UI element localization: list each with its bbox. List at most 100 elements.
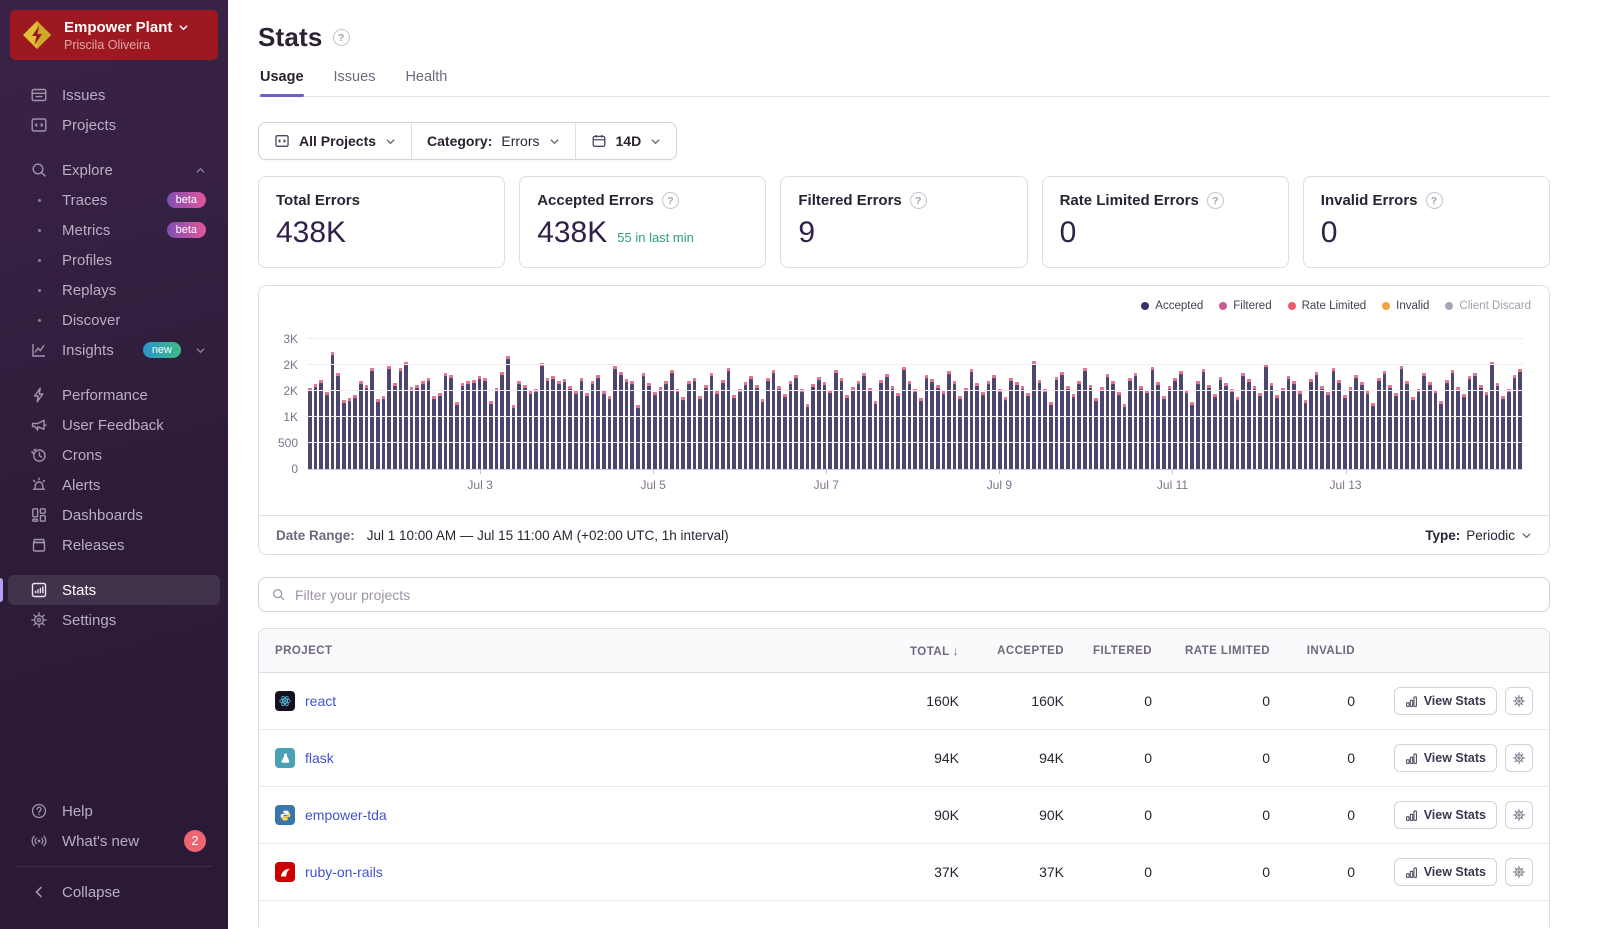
project-settings-button[interactable] xyxy=(1505,744,1533,772)
sidebar-item-settings[interactable]: Settings xyxy=(8,605,220,635)
sidebar-item-profiles[interactable]: Profiles xyxy=(8,245,220,275)
sidebar-item-projects[interactable]: Projects xyxy=(8,110,220,140)
col-accepted[interactable]: ACCEPTED xyxy=(959,645,1064,657)
sidebar-collapse-button[interactable]: Collapse xyxy=(8,877,220,907)
legend-item-accepted[interactable]: Accepted xyxy=(1141,300,1203,312)
chart-bar xyxy=(879,380,883,469)
y-axis-label: 2K xyxy=(283,358,298,372)
chart-bar xyxy=(1021,386,1025,469)
usage-chart-panel: Accepted Filtered Rate Limited Invalid Clien… xyxy=(258,285,1550,555)
chart-bar xyxy=(761,399,765,469)
project-search-input[interactable] xyxy=(295,587,1537,603)
sidebar-item-stats[interactable]: Stats xyxy=(8,575,220,605)
sidebar-item-discover[interactable]: Discover xyxy=(8,305,220,335)
chart-bar xyxy=(721,380,725,469)
col-project[interactable]: PROJECT xyxy=(275,645,859,657)
org-switcher[interactable]: Empower Plant Priscila Oliveira xyxy=(10,10,218,60)
sidebar-item-dashboards[interactable]: Dashboards xyxy=(8,500,220,530)
sidebar-item-traces[interactable]: Traces beta xyxy=(8,185,220,215)
chevron-down-icon xyxy=(178,22,189,33)
type-dropdown[interactable]: Type: Periodic xyxy=(1425,528,1532,543)
chart-bar xyxy=(653,392,657,469)
sidebar-item-releases[interactable]: Releases xyxy=(8,530,220,560)
page-help-icon[interactable]: ? xyxy=(333,29,350,46)
chart-bar xyxy=(483,378,487,469)
help-icon[interactable]: ? xyxy=(1426,192,1443,209)
project-settings-button[interactable] xyxy=(1505,858,1533,886)
chart-bar xyxy=(1513,375,1517,469)
chart-bar xyxy=(1060,372,1064,469)
chart-bar xyxy=(1332,368,1336,469)
chart-bar xyxy=(1383,371,1387,469)
chart-bar xyxy=(1236,397,1240,469)
tab-usage[interactable]: Usage xyxy=(260,69,304,96)
view-stats-button[interactable]: View Stats xyxy=(1394,687,1497,715)
chart-bar xyxy=(664,381,668,469)
view-stats-button[interactable]: View Stats xyxy=(1394,744,1497,772)
help-icon[interactable]: ? xyxy=(1207,192,1224,209)
col-rate-limited[interactable]: RATE LIMITED xyxy=(1152,645,1270,657)
releases-icon xyxy=(30,536,48,554)
project-settings-button[interactable] xyxy=(1505,687,1533,715)
chart-bar xyxy=(1083,368,1087,469)
project-link[interactable]: flask xyxy=(305,750,334,766)
chart-bar xyxy=(1439,401,1443,469)
help-icon[interactable]: ? xyxy=(662,192,679,209)
chart-bar xyxy=(602,391,606,469)
bullet-icon xyxy=(30,229,48,232)
sidebar-item-whats-new[interactable]: What's new 2 xyxy=(8,826,220,856)
cell-accepted: 37K xyxy=(959,864,1064,880)
chart-bar xyxy=(772,370,776,469)
bullet-icon xyxy=(30,199,48,202)
card-invalid-errors: Invalid Errors? 0 xyxy=(1303,176,1550,268)
legend-item-invalid[interactable]: Invalid xyxy=(1382,300,1429,312)
project-settings-button[interactable] xyxy=(1505,801,1533,829)
date-range-dropdown[interactable]: 14D xyxy=(575,123,677,159)
chart-bar xyxy=(585,393,589,469)
chart-bar xyxy=(325,392,329,469)
chart-bar xyxy=(1394,393,1398,469)
sidebar-item-replays[interactable]: Replays xyxy=(8,275,220,305)
project-link[interactable]: ruby-on-rails xyxy=(305,864,383,880)
sidebar-item-issues[interactable]: Issues xyxy=(8,80,220,110)
x-axis-tick xyxy=(826,469,827,474)
legend-item-rate-limited[interactable]: Rate Limited xyxy=(1288,300,1367,312)
view-stats-button[interactable]: View Stats xyxy=(1394,801,1497,829)
gridline xyxy=(307,338,1523,339)
tab-health[interactable]: Health xyxy=(405,69,447,96)
sidebar-item-metrics[interactable]: Metrics beta xyxy=(8,215,220,245)
sidebar-item-alerts[interactable]: Alerts xyxy=(8,470,220,500)
col-invalid[interactable]: INVALID xyxy=(1270,645,1355,657)
project-link[interactable]: empower-tda xyxy=(305,807,387,823)
chart-bar xyxy=(987,381,991,469)
y-axis-label: 2K xyxy=(283,384,298,398)
sidebar-item-performance[interactable]: Performance xyxy=(8,380,220,410)
sidebar-item-explore[interactable]: Explore xyxy=(8,155,220,185)
chart-bar xyxy=(1501,396,1505,469)
legend-item-client-discard[interactable]: Client Discard xyxy=(1445,300,1531,312)
chart-bar xyxy=(489,401,493,469)
chart-bar xyxy=(1445,380,1449,469)
chart-bar xyxy=(1066,386,1070,469)
col-total[interactable]: TOTAL↓ xyxy=(859,644,959,658)
category-dropdown[interactable]: Category: Errors xyxy=(411,123,574,159)
tab-issues[interactable]: Issues xyxy=(334,69,376,96)
project-link[interactable]: react xyxy=(305,693,336,709)
x-axis-label: Jul 3 xyxy=(467,478,492,492)
col-filtered[interactable]: FILTERED xyxy=(1064,645,1152,657)
x-axis-tick xyxy=(653,469,654,474)
view-stats-button[interactable]: View Stats xyxy=(1394,858,1497,886)
sidebar-item-crons[interactable]: Crons xyxy=(8,440,220,470)
chart-bar xyxy=(438,393,442,469)
project-filter-dropdown[interactable]: All Projects xyxy=(259,123,411,159)
help-icon[interactable]: ? xyxy=(910,192,927,209)
react-platform-icon xyxy=(275,691,295,711)
sidebar-item-user-feedback[interactable]: User Feedback xyxy=(8,410,220,440)
sidebar-item-help[interactable]: Help xyxy=(8,796,220,826)
chart-bar xyxy=(1173,378,1177,469)
legend-item-filtered[interactable]: Filtered xyxy=(1219,300,1271,312)
sidebar-item-insights[interactable]: Insights new xyxy=(8,335,220,365)
chart-bar xyxy=(868,388,872,469)
chart-bar xyxy=(506,356,510,469)
usage-chart: Accepted Filtered Rate Limited Invalid Clien… xyxy=(259,286,1549,515)
